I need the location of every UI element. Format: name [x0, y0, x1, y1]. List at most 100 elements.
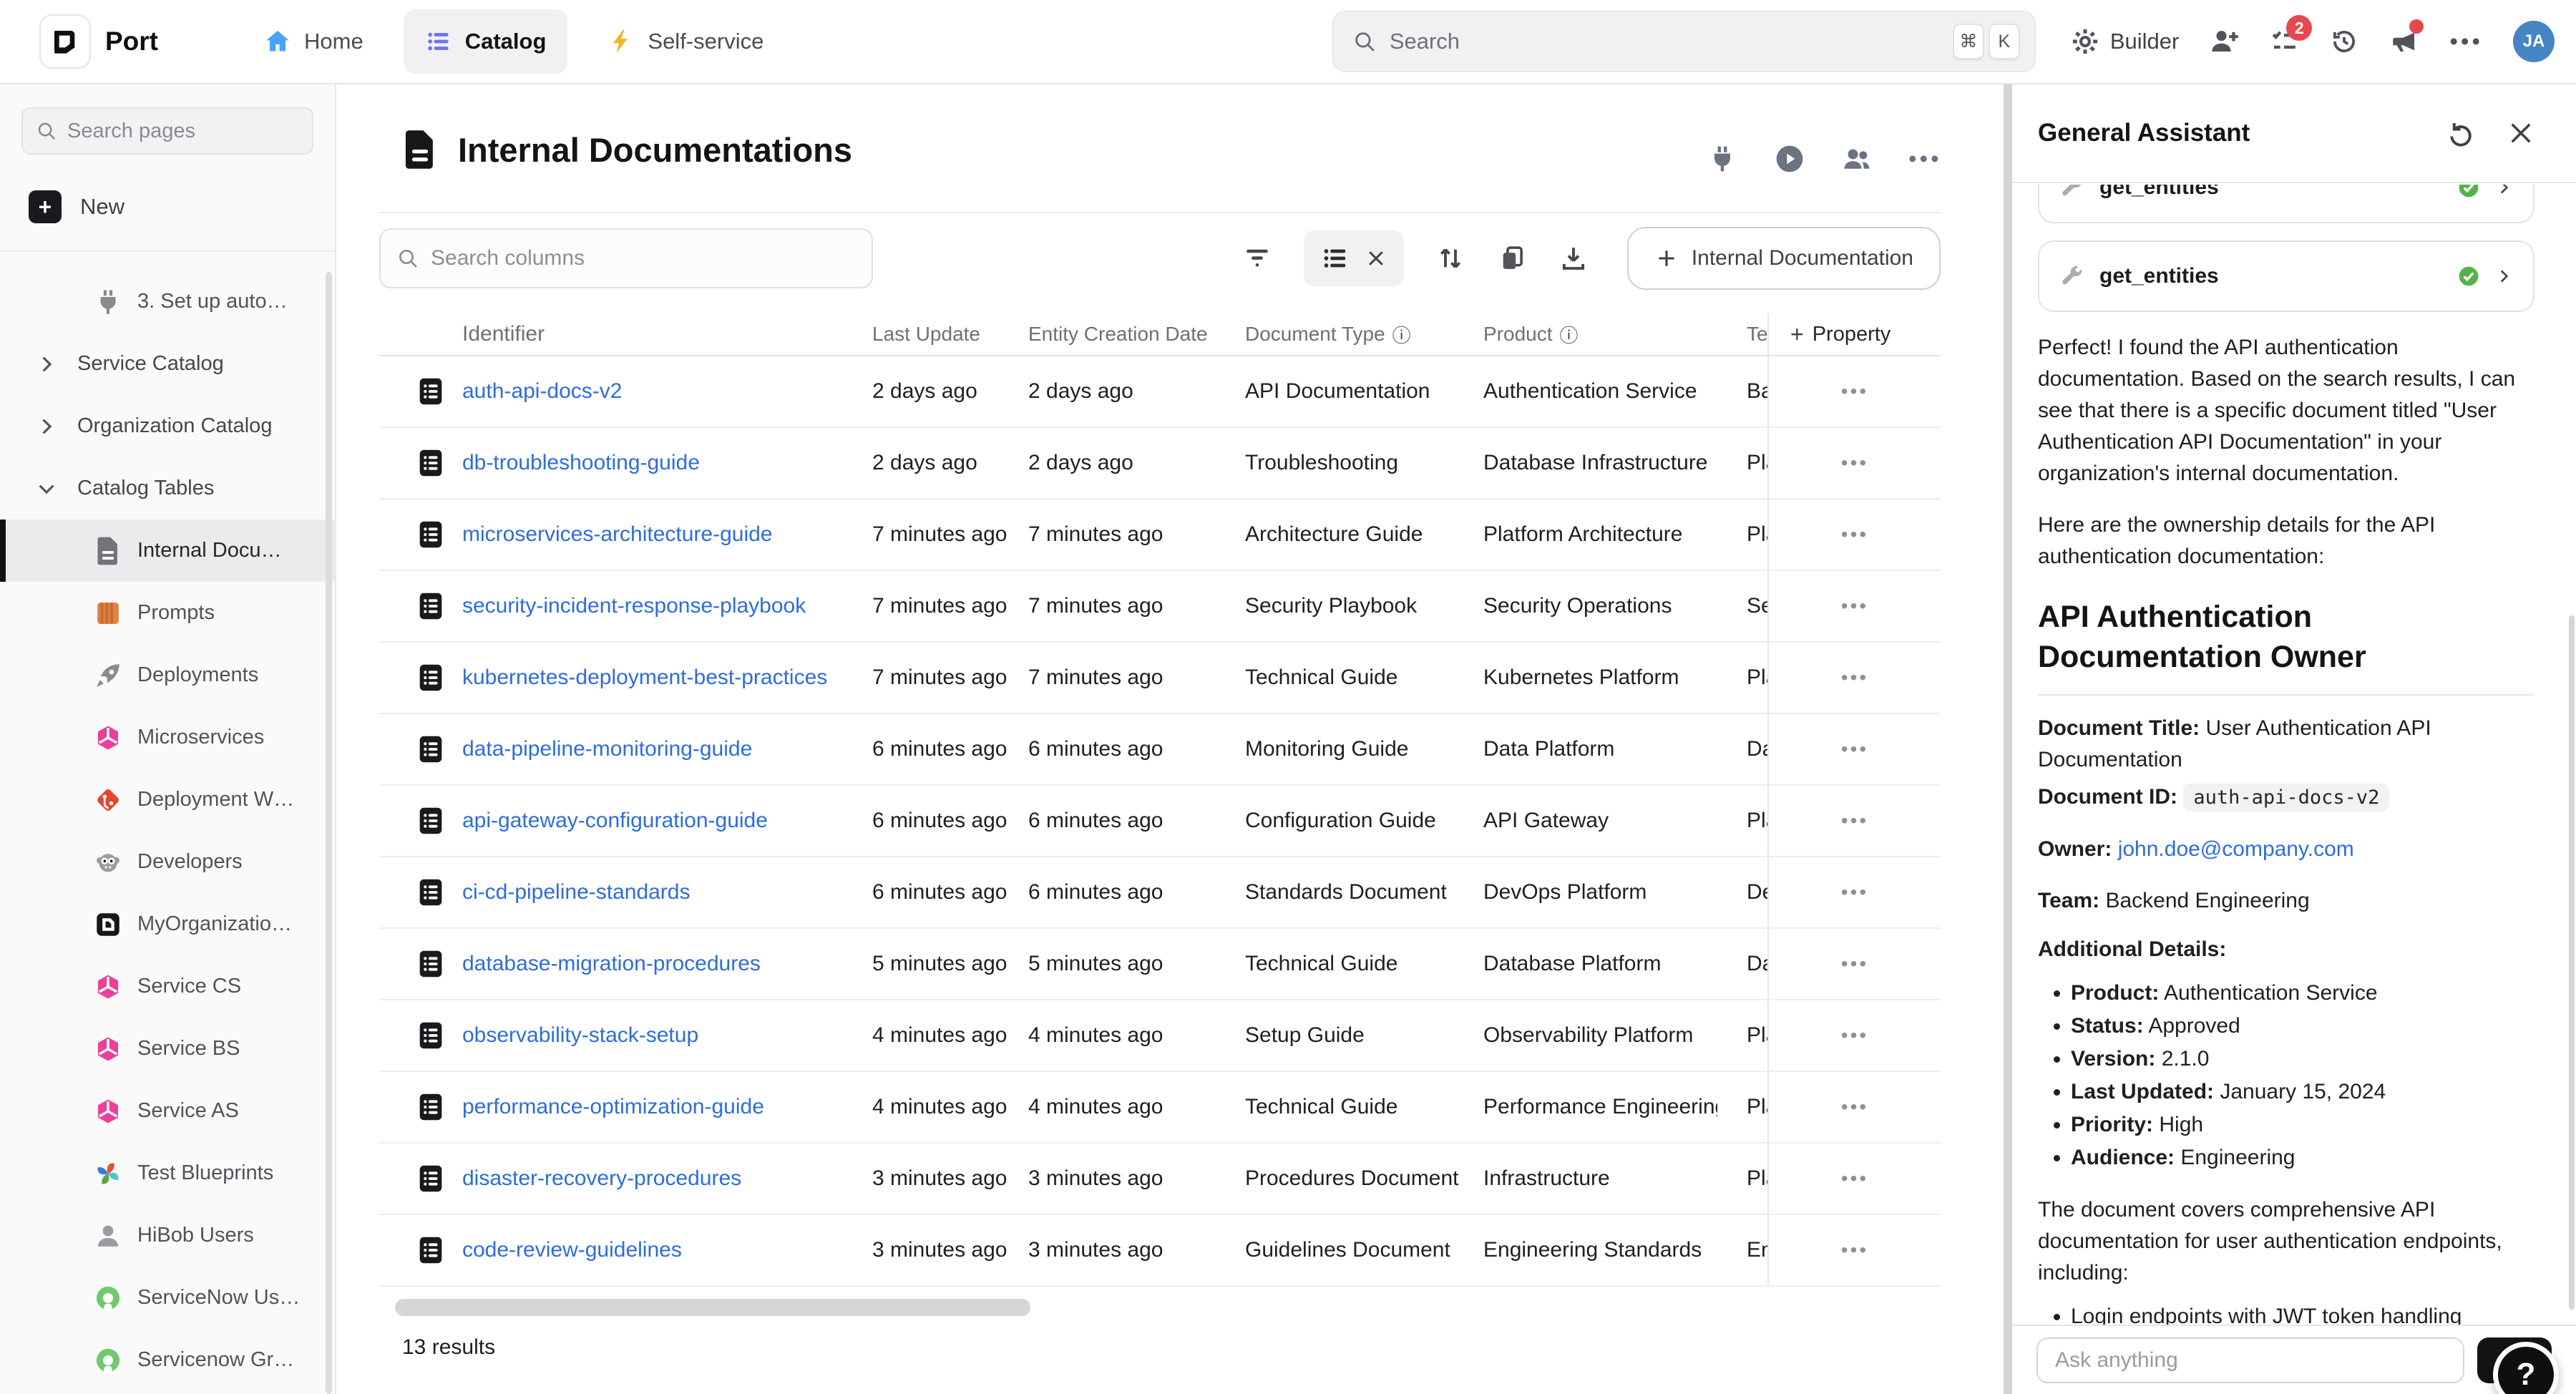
column-header-product[interactable]: Productⓘ	[1478, 313, 1717, 355]
sort-icon[interactable]	[1435, 243, 1465, 273]
sidebar-scrollbar[interactable]	[326, 272, 332, 1394]
detail-item: Version: 2.1.0	[2071, 1043, 2534, 1076]
field-line: Team: Backend Engineering	[2038, 885, 2534, 917]
entity-link[interactable]: db-troubleshooting-guide	[462, 451, 700, 475]
top-navbar: Port Home Catalog Self-service Search ⌘K…	[0, 0, 2576, 84]
table-horizontal-scrollbar[interactable]	[395, 1299, 1030, 1316]
sidebar-item-developers[interactable]: Developers	[0, 831, 335, 893]
entity-link[interactable]: auth-api-docs-v2	[462, 379, 622, 404]
panel-resize-strip[interactable]	[2004, 84, 2012, 1394]
invite-user-icon[interactable]	[2209, 26, 2239, 57]
info-icon[interactable]: ⓘ	[1560, 321, 1579, 348]
close-icon[interactable]	[2506, 118, 2536, 148]
people-icon[interactable]	[1841, 143, 1873, 175]
filter-icon[interactable]	[1242, 243, 1272, 273]
add-entity-button[interactable]: Internal Documentation	[1627, 227, 1941, 290]
column-header-team[interactable]: Teamⓘ	[1717, 313, 1767, 355]
entity-doc-icon	[414, 947, 447, 980]
add-property-button[interactable]: + Property	[1767, 313, 1941, 355]
entity-link[interactable]: performance-optimization-guide	[462, 1095, 764, 1119]
cell-last-update: 3 minutes ago	[866, 1144, 1022, 1214]
tab-catalog[interactable]: Catalog	[404, 9, 568, 74]
row-actions-icon[interactable]: •••	[1841, 595, 1868, 618]
sidebar-item-servicenow-gr[interactable]: Servicenow Gr…	[0, 1329, 335, 1391]
row-actions-icon[interactable]: •••	[1841, 380, 1868, 403]
entity-link[interactable]: data-pipeline-monitoring-guide	[462, 737, 752, 761]
cell-creation-date: 2 days ago	[1022, 428, 1238, 498]
sidebar-item-service-cs[interactable]: Service CS	[0, 955, 335, 1018]
row-actions-icon[interactable]: •••	[1841, 452, 1868, 474]
view-toggle[interactable]	[1304, 230, 1404, 286]
sidebar-item-test-blueprints[interactable]: Test Blueprints	[0, 1142, 335, 1204]
column-search[interactable]: Search columns	[379, 228, 873, 288]
sidebar-item-3-set-up-auto[interactable]: 3. Set up auto…	[0, 270, 335, 333]
sidebar-item-service-as[interactable]: Service AS	[0, 1080, 335, 1142]
page-more-icon[interactable]: •••	[1908, 145, 1942, 172]
sidebar-item-myorganizatio[interactable]: MyOrganizatio…	[0, 893, 335, 955]
builder-button[interactable]: Builder	[2070, 26, 2180, 57]
row-actions-icon[interactable]: •••	[1841, 1096, 1868, 1118]
entity-link[interactable]: observability-stack-setup	[462, 1023, 698, 1048]
cell-team: Dat	[1717, 929, 1767, 999]
tool-call-chip[interactable]: get_entities	[2038, 185, 2534, 223]
column-header-document-type[interactable]: Document Typeⓘ	[1238, 313, 1478, 355]
row-actions-icon[interactable]: •••	[1841, 881, 1868, 904]
row-actions-icon[interactable]: •••	[1841, 952, 1868, 975]
info-icon[interactable]: ⓘ	[1392, 321, 1411, 348]
row-actions-icon[interactable]: •••	[1841, 523, 1868, 546]
row-actions-icon[interactable]: •••	[1841, 666, 1868, 689]
sidebar-item-deployments[interactable]: Deployments	[0, 644, 335, 706]
announcements-icon[interactable]	[2389, 26, 2419, 57]
copy-icon[interactable]	[1497, 243, 1527, 273]
cell-product: Platform Architecture	[1478, 499, 1717, 570]
sidebar-item-service-catalog[interactable]: Service Catalog	[0, 333, 335, 395]
tool-call-list: get_entities get_entities	[2038, 185, 2534, 312]
sidebar-search[interactable]: Search pages	[21, 107, 313, 155]
entity-link[interactable]: kubernetes-deployment-best-practices	[462, 666, 827, 690]
history-icon[interactable]	[2329, 26, 2359, 57]
column-header-identifier[interactable]: Identifier	[462, 313, 866, 355]
entity-link[interactable]: ci-cd-pipeline-standards	[462, 880, 691, 905]
cell-creation-date: 7 minutes ago	[1022, 499, 1238, 570]
row-actions-icon[interactable]: •••	[1841, 809, 1868, 832]
plug-icon[interactable]	[1707, 143, 1738, 175]
cell-document-type: Technical Guide	[1238, 929, 1478, 999]
new-page-button[interactable]: + New	[29, 190, 335, 223]
sidebar-item-organization-catalog[interactable]: Organization Catalog	[0, 395, 335, 457]
sidebar-item-service-bs[interactable]: Service BS	[0, 1018, 335, 1080]
assistant-scrollbar[interactable]	[2569, 615, 2575, 1310]
owner-email-link[interactable]: john.doe@company.com	[2118, 837, 2354, 861]
more-menu-icon[interactable]: •••	[2449, 28, 2483, 55]
sidebar-item-catalog-tables[interactable]: Catalog Tables	[0, 457, 335, 520]
entity-link[interactable]: code-review-guidelines	[462, 1238, 682, 1262]
play-icon[interactable]	[1774, 143, 1805, 175]
sidebar-item-prompts[interactable]: Prompts	[0, 582, 335, 644]
entity-link[interactable]: database-migration-procedures	[462, 952, 761, 976]
row-actions-icon[interactable]: •••	[1841, 1024, 1868, 1047]
tool-call-chip[interactable]: get_entities	[2038, 240, 2534, 312]
column-header-entity-creation-date[interactable]: Entity Creation Date	[1022, 313, 1238, 355]
global-search[interactable]: Search ⌘K	[1332, 11, 2036, 72]
tab-self-service[interactable]: Self-service	[586, 9, 785, 74]
entity-link[interactable]: api-gateway-configuration-guide	[462, 809, 768, 833]
close-icon[interactable]	[1365, 248, 1387, 269]
column-header-last-update[interactable]: Last Update	[866, 313, 1022, 355]
entity-link[interactable]: security-incident-response-playbook	[462, 594, 806, 618]
sidebar-item-hibob-users[interactable]: HiBob Users	[0, 1204, 335, 1267]
entity-link[interactable]: microservices-architecture-guide	[462, 522, 772, 547]
download-icon[interactable]	[1558, 243, 1589, 273]
row-actions-icon[interactable]: •••	[1841, 1167, 1868, 1190]
tasks-icon[interactable]: 2	[2269, 26, 2299, 57]
avatar[interactable]: JA	[2513, 21, 2555, 62]
row-actions-icon[interactable]: •••	[1841, 738, 1868, 761]
port-logo[interactable]	[39, 14, 91, 69]
assistant-input[interactable]	[2036, 1337, 2464, 1383]
entity-link[interactable]: disaster-recovery-procedures	[462, 1166, 741, 1191]
row-actions-icon[interactable]: •••	[1841, 1239, 1868, 1262]
sidebar-item-deployment-w[interactable]: Deployment W…	[0, 769, 335, 831]
tab-home[interactable]: Home	[243, 9, 385, 74]
reset-icon[interactable]	[2443, 118, 2473, 148]
sidebar-item-servicenow-us[interactable]: ServiceNow Us…	[0, 1267, 335, 1329]
sidebar-item-microservices[interactable]: Microservices	[0, 706, 335, 769]
sidebar-item-internal-docu[interactable]: Internal Docu…	[0, 520, 335, 582]
